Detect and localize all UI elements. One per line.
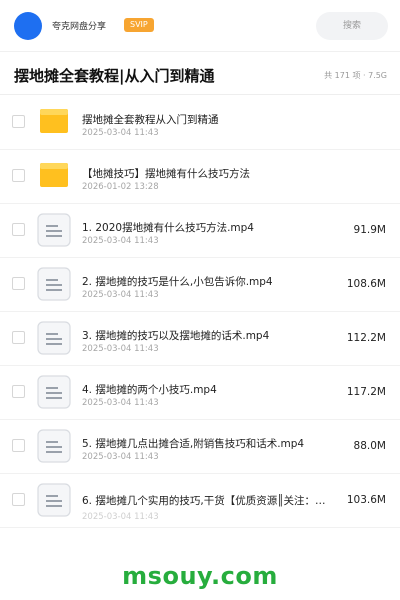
folder-icon	[39, 106, 69, 136]
file-name[interactable]: 【地摊技巧】摆地摊有什么技巧方法	[82, 166, 338, 181]
file-size: 88.0M	[353, 440, 386, 452]
folder-title-bar: 摆地摊全套教程|从入门到精通 共 171 项 · 7.5G	[0, 53, 400, 95]
file-size: 108.6M	[346, 278, 386, 290]
file-icon	[37, 267, 71, 301]
avatar[interactable]	[14, 12, 42, 40]
search-input[interactable]: 搜索	[316, 12, 388, 40]
file-icon	[37, 483, 71, 517]
list-item[interactable]: 【地摊技巧】摆地摊有什么技巧方法 2026-01-02 13:28	[0, 150, 400, 204]
file-size: 112.2M	[346, 332, 386, 344]
folder-meta: 共 171 项 · 7.5G	[324, 71, 387, 80]
file-size: 117.2M	[346, 386, 386, 398]
file-date: 2025-03-04 11:43	[82, 452, 159, 462]
list-item[interactable]: 6. 摆地摊几个实用的技巧,干货【优质资源║关注：… 2025-03-04 11:…	[0, 474, 400, 528]
file-icon	[37, 321, 71, 355]
file-date: 2025-03-04 11:43	[82, 344, 159, 354]
list-item[interactable]: 2. 摆地摊的技巧是什么,小包告诉你.mp4 2025-03-04 11:43 10…	[0, 258, 400, 312]
folder-icon	[39, 160, 69, 190]
select-checkbox[interactable]	[12, 223, 25, 236]
file-name[interactable]: 4. 摆地摊的两个小技巧.mp4	[82, 382, 338, 397]
select-checkbox[interactable]	[12, 277, 25, 290]
file-name[interactable]: 2. 摆地摊的技巧是什么,小包告诉你.mp4	[82, 274, 338, 289]
file-date: 2025-03-04 11:43	[82, 398, 159, 408]
select-checkbox[interactable]	[12, 169, 25, 182]
file-icon	[37, 213, 71, 247]
file-size: 103.6M	[346, 494, 386, 506]
file-name[interactable]: 3. 摆地摊的技巧以及摆地摊的话术.mp4	[82, 328, 338, 343]
list-item[interactable]: 3. 摆地摊的技巧以及摆地摊的话术.mp4 2025-03-04 11:43 112…	[0, 312, 400, 366]
file-name[interactable]: 1. 2020摆地摊有什么技巧方法.mp4	[82, 220, 338, 235]
list-item[interactable]: 5. 摆地摊几点出摊合适,附销售技巧和话术.mp4 2025-03-04 11:4…	[0, 420, 400, 474]
select-checkbox[interactable]	[12, 331, 25, 344]
select-checkbox[interactable]	[12, 115, 25, 128]
svip-badge: SVIP	[124, 18, 154, 32]
file-size: 91.9M	[353, 224, 386, 236]
share-name: 夸克网盘分享	[52, 22, 107, 32]
file-icon	[37, 375, 71, 409]
file-date: 2025-03-04 11:43	[82, 290, 159, 300]
select-checkbox[interactable]	[12, 493, 25, 506]
file-date: 2026-01-02 13:28	[82, 182, 159, 192]
file-icon	[37, 429, 71, 463]
list-item[interactable]: 4. 摆地摊的两个小技巧.mp4 2025-03-04 11:43 117.2M	[0, 366, 400, 420]
file-name[interactable]: 5. 摆地摊几点出摊合适,附销售技巧和话术.mp4	[82, 436, 338, 451]
file-name[interactable]: 摆地摊全套教程从入门到精通	[82, 112, 338, 127]
list-item[interactable]: 1. 2020摆地摊有什么技巧方法.mp4 2025-03-04 11:43 91.…	[0, 204, 400, 258]
file-date: 2025-03-04 11:43	[82, 236, 159, 246]
file-date: 2025-03-04 11:43	[82, 512, 159, 522]
share-header: 夸克网盘分享 SVIP 搜索	[0, 0, 400, 52]
watermark: msouy.com	[122, 562, 278, 590]
select-checkbox[interactable]	[12, 439, 25, 452]
select-checkbox[interactable]	[12, 385, 25, 398]
file-date: 2025-03-04 11:43	[82, 128, 159, 138]
list-item[interactable]: 摆地摊全套教程从入门到精通 2025-03-04 11:43	[0, 96, 400, 150]
page-title: 摆地摊全套教程|从入门到精通	[14, 67, 215, 85]
file-list: 摆地摊全套教程从入门到精通 2025-03-04 11:43 【地摊技巧】摆地摊有什…	[0, 96, 400, 528]
